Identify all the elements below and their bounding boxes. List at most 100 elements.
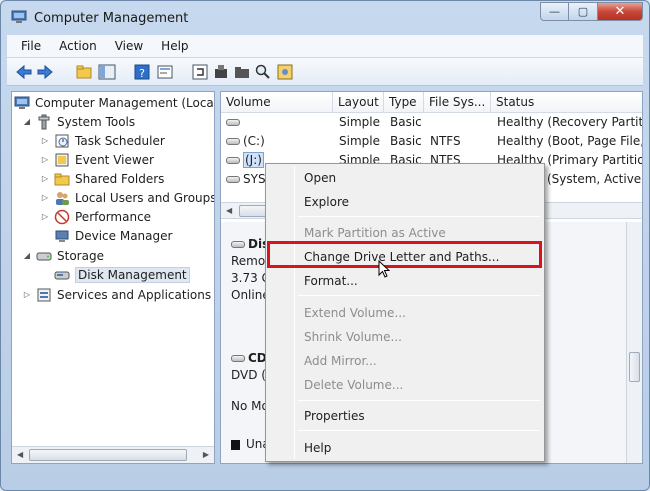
collapse-arrow-icon[interactable]: ◢ [22,117,32,126]
back-arrow-icon[interactable] [15,63,33,81]
help-icon[interactable]: ? [133,63,151,81]
column-status[interactable]: Status [491,92,642,113]
options-icon[interactable] [276,63,294,81]
cd-drive-icon [231,355,245,362]
menu-view[interactable]: View [115,39,143,53]
minimize-button[interactable]: — [540,2,569,21]
tree-item-label: Performance [75,209,152,224]
show-hide-console-tree-icon[interactable] [98,63,116,81]
refresh-icon[interactable] [191,63,209,81]
mouse-cursor-icon [378,260,391,278]
menu-item-explore[interactable]: Explore [304,195,349,209]
volume-row[interactable]: Simple Basic Healthy (Recovery Partitic [221,113,642,132]
tree-item-label: Services and Applications [57,287,212,302]
computer-management-icon [14,96,30,109]
tree-item-event-viewer[interactable]: ▷ Event Viewer [40,150,154,169]
highlight-annotation-box [267,241,542,268]
task-scheduler-icon [55,134,69,147]
menu-action[interactable]: Action [59,39,97,53]
menu-separator [298,216,540,217]
tree-root-label: Computer Management (Local [35,95,215,110]
search-icon[interactable] [254,63,272,81]
scroll-left-arrow-icon[interactable]: ◀ [226,206,232,215]
cd-drive-info[interactable]: CD DVD (I No Mo [231,350,270,415]
menu-separator [298,430,540,431]
forward-arrow-icon[interactable] [36,63,54,81]
event-viewer-icon [55,153,69,166]
window-title: Computer Management [34,11,189,26]
tree-item-system-tools[interactable]: ◢ System Tools [22,112,135,131]
menu-item-properties[interactable]: Properties [304,409,365,423]
tree-item-label: Storage [57,248,104,263]
scroll-right-arrow-icon[interactable]: ▶ [203,450,209,459]
column-layout[interactable]: Layout [333,92,384,113]
expand-arrow-icon[interactable]: ▷ [40,193,50,202]
close-button[interactable]: ✕ [598,2,643,21]
column-file-system[interactable]: File Sys... [424,92,491,113]
tree-item-label: Event Viewer [75,152,154,167]
menu-separator [298,400,540,401]
cd-drive-type: DVD (I [231,368,270,382]
menu-item-mark-active: Mark Partition as Active [304,226,446,240]
expand-arrow-icon[interactable]: ▷ [40,212,50,221]
disk-management-icon [54,271,70,279]
menu-file[interactable]: File [21,39,41,53]
services-icon [37,288,51,301]
system-tools-icon [38,114,50,129]
tree-item-label: Local Users and Groups [75,190,215,205]
menu-item-add-mirror: Add Mirror... [304,354,377,368]
console-tree: Computer Management (Local ◢ System Tool… [11,91,215,464]
expand-arrow-icon[interactable]: ▷ [22,290,32,299]
up-folder-icon[interactable] [75,63,93,81]
tree-item-label: Task Scheduler [75,133,165,148]
tree-item-performance[interactable]: ▷ Performance [40,207,151,226]
tree-root[interactable]: Computer Management (Local [14,93,215,112]
performance-icon [54,209,70,224]
volume-status: Healthy (Boot, Page File, \ [497,134,643,148]
menu-gutter [294,166,295,459]
tree-item-services-applications[interactable]: ▷ Services and Applications [22,285,211,304]
expand-arrow-icon[interactable]: ▷ [40,136,50,145]
drive-icon [226,119,240,126]
tree-item-local-users-groups[interactable]: ▷ Local Users and Groups [40,188,215,207]
title-bar[interactable]: Computer Management — ▢ ✕ [1,1,649,35]
cd-drive-name: CD [248,351,267,365]
toolbar: ? [7,58,643,86]
drive-icon [226,138,240,145]
scrollbar-thumb[interactable] [29,449,187,461]
volume-status: Healthy (Recovery Partitic [497,115,643,129]
menu-item-open[interactable]: Open [304,171,336,185]
tree-item-device-manager[interactable]: Device Manager [40,226,172,245]
maximize-button[interactable]: ▢ [569,2,598,21]
disk-icon [231,241,245,248]
properties-panel-icon[interactable] [156,63,174,81]
volume-row[interactable]: (C:) Simple Basic NTFS Healthy (Boot, Pa… [221,132,642,151]
tree-horizontal-scrollbar[interactable]: ◀ ▶ [12,446,214,463]
scrollbar-thumb[interactable] [629,352,640,382]
tree-item-shared-folders[interactable]: ▷ Shared Folders [40,169,164,188]
menu-item-extend-volume: Extend Volume... [304,306,406,320]
expand-arrow-icon[interactable]: ▷ [40,155,50,164]
export-list-icon[interactable] [212,63,230,81]
collapse-arrow-icon[interactable]: ◢ [22,251,32,260]
column-type[interactable]: Type [384,92,424,113]
legend-swatch-icon [231,439,240,450]
tree-item-disk-management[interactable]: Disk Management [40,265,190,284]
tree-item-storage[interactable]: ◢ Storage [22,246,104,265]
scroll-left-arrow-icon[interactable]: ◀ [17,450,23,459]
volume-type: Basic [390,115,422,129]
disk-vertical-scrollbar[interactable] [626,222,642,463]
device-manager-icon [55,230,69,242]
menu-help[interactable]: Help [161,39,188,53]
volume-name: (C:) [243,134,265,148]
column-volume[interactable]: Volume [221,92,333,113]
tree-item-task-scheduler[interactable]: ▷ Task Scheduler [40,131,165,150]
open-folder-icon[interactable] [233,63,251,81]
cd-drive-status: No Mo [231,399,269,413]
menu-item-format[interactable]: Format... [304,274,358,288]
expand-arrow-icon[interactable]: ▷ [40,174,50,183]
drive-icon [226,157,240,164]
menu-item-help[interactable]: Help [304,441,331,455]
volume-layout: Simple [339,115,380,129]
tree-item-label: System Tools [57,114,136,129]
